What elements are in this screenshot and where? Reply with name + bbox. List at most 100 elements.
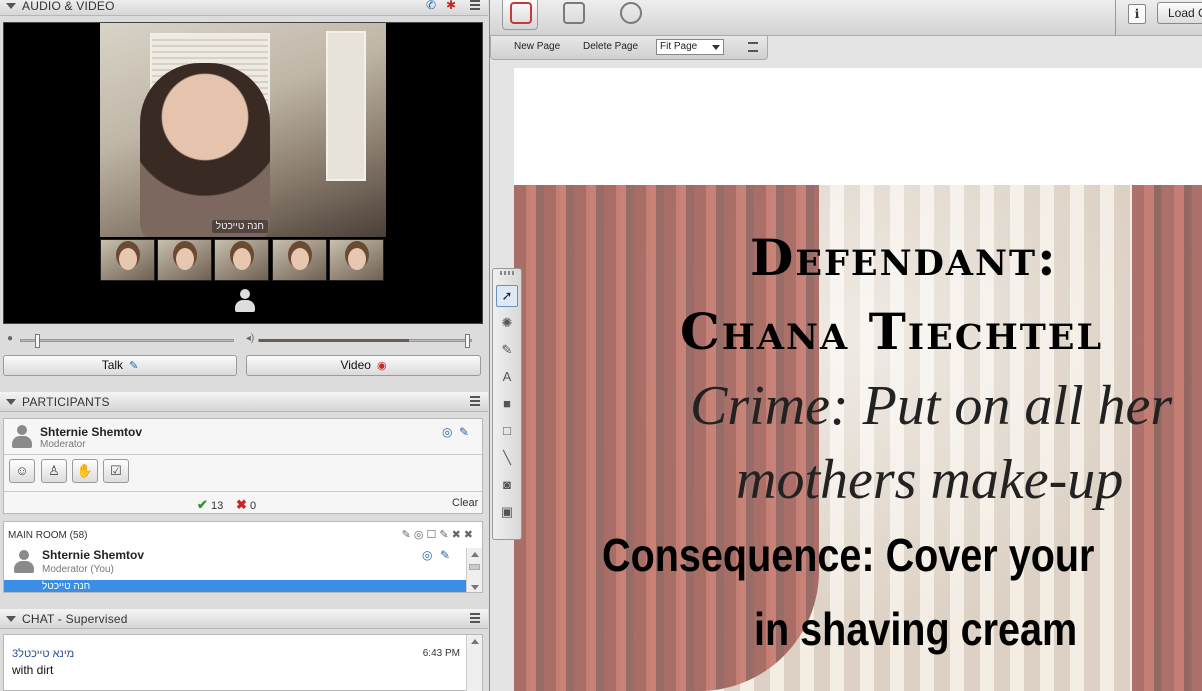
drawing-tool-palette: ➚ ✺ ✎ A ■ □ ╲ ◙ ▣ bbox=[492, 268, 522, 540]
video-thumbnail[interactable] bbox=[214, 239, 269, 281]
collapse-triangle-icon[interactable] bbox=[6, 3, 16, 9]
chat-scrollbar[interactable] bbox=[466, 635, 482, 691]
chat-header[interactable]: CHAT - Supervised bbox=[0, 609, 488, 629]
web-tour-icon bbox=[620, 2, 642, 24]
status-webcam-icon: ◎ bbox=[442, 425, 453, 439]
scroll-up-icon[interactable] bbox=[471, 552, 479, 557]
list-item-name: חנה טייכטל bbox=[42, 581, 91, 592]
pen-tool-icon[interactable]: ✎ bbox=[496, 339, 518, 361]
video-thumbnail[interactable] bbox=[100, 239, 155, 281]
image-tool-icon[interactable]: ▣ bbox=[496, 501, 518, 523]
page-controls: New Page Delete Page Fit Page bbox=[490, 36, 768, 60]
participants-header[interactable]: PARTICIPANTS bbox=[0, 392, 488, 412]
emoticon-button[interactable]: ☺ bbox=[9, 459, 35, 483]
my-role: Moderator bbox=[40, 439, 86, 450]
web-tour-mode-button[interactable] bbox=[613, 0, 649, 30]
mic-volume-slider[interactable] bbox=[20, 334, 234, 348]
content-toolbar: i Load C bbox=[490, 0, 1202, 36]
collapse-triangle-icon[interactable] bbox=[6, 616, 16, 622]
delete-page-button[interactable]: Delete Page bbox=[583, 41, 638, 52]
video-button[interactable]: Video ◉ bbox=[246, 355, 481, 376]
collapse-triangle-icon[interactable] bbox=[6, 399, 16, 405]
clear-link[interactable]: Clear bbox=[452, 497, 478, 509]
page-menu-icon[interactable] bbox=[748, 42, 758, 52]
main-camera-label: חנה טייכטל bbox=[211, 220, 268, 233]
status-mic-icon: ✎ bbox=[459, 425, 470, 439]
chat-message: with dirt bbox=[12, 663, 54, 677]
audio-video-header[interactable]: AUDIO & VIDEO ✆ ✱ bbox=[0, 0, 488, 16]
new-page-button[interactable]: New Page bbox=[514, 41, 560, 52]
mic-slider-knob[interactable] bbox=[35, 334, 40, 348]
slide-line-consequence-cont: in shaving cream bbox=[754, 603, 1078, 655]
panel-menu-icon[interactable] bbox=[470, 613, 480, 623]
chat-timestamp: 6:43 PM bbox=[422, 648, 460, 659]
video-thumbnail[interactable] bbox=[329, 239, 384, 281]
video-thumbnail[interactable] bbox=[272, 239, 327, 281]
screenshot-icon[interactable]: ◙ bbox=[496, 474, 518, 496]
app-share-mode-button[interactable] bbox=[556, 0, 592, 30]
door bbox=[326, 31, 366, 181]
left-panel: AUDIO & VIDEO ✆ ✱ חנה טייכטל ● ◂) Talk ✎… bbox=[0, 0, 490, 691]
laser-pointer-icon[interactable]: ✺ bbox=[496, 312, 518, 334]
avatar bbox=[14, 550, 34, 574]
scroll-down-icon[interactable] bbox=[471, 585, 479, 590]
user-placeholder-icon bbox=[235, 289, 255, 313]
participants-title: PARTICIPANTS bbox=[22, 395, 110, 409]
speaker-icon: ◂) bbox=[245, 333, 255, 344]
filled-rect-icon[interactable]: ■ bbox=[496, 393, 518, 415]
room-toolbar-icons[interactable]: ✎◎☐✎✖✖ bbox=[402, 528, 476, 541]
whiteboard-icon bbox=[510, 2, 532, 24]
panel-menu-icon[interactable] bbox=[470, 396, 480, 406]
whiteboard-mode-button[interactable] bbox=[502, 0, 538, 30]
slide-line-defendant: Defendant: bbox=[750, 228, 1058, 287]
cross-icon: ✖ bbox=[236, 497, 247, 512]
info-button[interactable]: i bbox=[1128, 4, 1146, 24]
slide-line-crime-cont: mothers make-up bbox=[736, 449, 1124, 511]
microphone-icon: ● bbox=[6, 333, 14, 344]
chat-title: CHAT - Supervised bbox=[22, 612, 128, 626]
chat-sender: מינא טייכטל3 bbox=[12, 648, 75, 660]
rectangle-icon[interactable]: □ bbox=[496, 420, 518, 442]
poll-answer-button[interactable]: ☑ bbox=[103, 459, 129, 483]
video-label: Video bbox=[340, 358, 371, 372]
chevron-down-icon bbox=[712, 45, 720, 50]
video-thumbnail[interactable] bbox=[157, 239, 212, 281]
select-tool-icon[interactable]: ➚ bbox=[496, 285, 518, 307]
line-tool-icon[interactable]: ╲ bbox=[496, 447, 518, 469]
whiteboard-area: i Load C New Page Delete Page Fit Page D… bbox=[490, 0, 1202, 691]
scroll-up-icon[interactable] bbox=[471, 639, 479, 644]
check-icon: ✔ bbox=[197, 497, 208, 512]
talk-label: Talk bbox=[101, 358, 124, 372]
fit-page-value: Fit Page bbox=[660, 41, 698, 52]
scroll-thumb[interactable] bbox=[469, 564, 480, 570]
selected-list-item[interactable]: חנה טייכטל bbox=[4, 580, 466, 592]
main-room-list: MAIN ROOM (58) ✎◎☐✎✖✖ Shternie Shemtov M… bbox=[3, 521, 483, 593]
raise-hand-button[interactable]: ✋ bbox=[72, 459, 98, 483]
drag-handle[interactable] bbox=[500, 271, 516, 275]
whiteboard-canvas[interactable]: Defendant: Chana Tiechtel Crime: Put on … bbox=[514, 68, 1202, 691]
video-settings-icon[interactable]: ✱ bbox=[446, 0, 456, 12]
main-camera-feed: חנה טייכטל bbox=[100, 23, 386, 237]
audio-video-title: AUDIO & VIDEO bbox=[22, 0, 115, 13]
headset-icon[interactable]: ✆ bbox=[426, 0, 436, 12]
webcam-icon: ◉ bbox=[376, 360, 387, 372]
fit-page-select[interactable]: Fit Page bbox=[656, 39, 724, 55]
toolbar-divider bbox=[1115, 0, 1116, 36]
microphone-icon: ✎ bbox=[129, 360, 139, 372]
video-display: חנה טייכטל bbox=[3, 22, 483, 324]
participant-person bbox=[140, 63, 270, 237]
app-window: AUDIO & VIDEO ✆ ✱ חנה טייכטל ● ◂) Talk ✎… bbox=[0, 0, 1202, 691]
slide-line-consequence: Consequence: Cover your bbox=[602, 529, 1095, 581]
text-tool-icon[interactable]: A bbox=[496, 366, 518, 388]
step-away-button[interactable]: ♙ bbox=[41, 459, 67, 483]
speaker-volume-slider[interactable] bbox=[258, 334, 472, 348]
list-item-name[interactable]: Shternie Shemtov bbox=[42, 548, 144, 562]
app-share-icon bbox=[563, 2, 585, 24]
no-tally: ✖ 0 bbox=[236, 497, 257, 512]
load-content-button[interactable]: Load C bbox=[1157, 2, 1202, 24]
panel-menu-icon[interactable] bbox=[470, 0, 480, 10]
status-mic-icon: ✎ bbox=[440, 548, 451, 562]
speaker-slider-knob[interactable] bbox=[465, 334, 470, 348]
talk-button[interactable]: Talk ✎ bbox=[3, 355, 237, 376]
list-scrollbar[interactable] bbox=[466, 548, 482, 592]
